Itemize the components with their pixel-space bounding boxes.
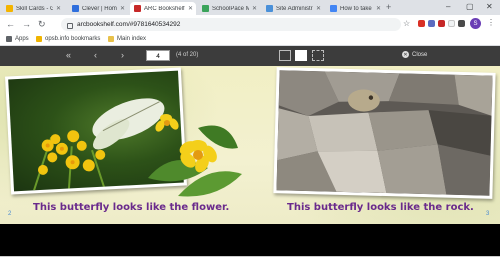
- first-page-icon[interactable]: «: [66, 50, 71, 61]
- reader-toolbar: « ‹ › 4 (4 of 20) ✕ Close: [0, 46, 500, 66]
- folder-icon: [108, 36, 114, 42]
- extension-icon[interactable]: [418, 20, 425, 27]
- page-count-label: (4 of 20): [176, 52, 199, 58]
- tab-title: Clever | Homep: [82, 5, 117, 12]
- butterfly-rock-photo: [273, 67, 496, 199]
- fullscreen-icon[interactable]: [312, 50, 324, 61]
- tab-favicon-icon: [134, 5, 141, 12]
- close-reader-button[interactable]: ✕ Close: [402, 51, 427, 58]
- double-page-view-button[interactable]: [295, 50, 307, 61]
- rocks-illustration: [276, 70, 493, 196]
- single-page-view-button[interactable]: [279, 50, 291, 61]
- close-window-button[interactable]: ✕: [486, 2, 493, 12]
- tab-title: Site Administr: [276, 5, 313, 12]
- profile-avatar[interactable]: S: [470, 18, 481, 29]
- bookmark-opsb[interactable]: opsb.info bookmarks: [36, 36, 100, 42]
- tab-schoolpace[interactable]: SchoolPace M ✕: [198, 2, 260, 15]
- browser-tab-strip: Skill Cards - Gr ✕ Clever | Homep ✕ ARC …: [0, 0, 500, 15]
- close-tab-icon[interactable]: ✕: [252, 5, 257, 12]
- next-page-icon[interactable]: ›: [121, 50, 124, 61]
- minimize-button[interactable]: –: [446, 2, 450, 12]
- reader-bottom-area: [0, 224, 500, 256]
- address-bar[interactable]: arcbookshelf.com/#9781640534292: [61, 18, 401, 31]
- forward-arrow-icon[interactable]: →: [22, 19, 31, 29]
- extension-icon[interactable]: [428, 20, 435, 27]
- apps-grid-icon: [6, 36, 12, 42]
- maximize-button[interactable]: ▢: [466, 2, 474, 12]
- left-page-number: 2: [8, 211, 12, 217]
- page-number-input[interactable]: 4: [146, 50, 170, 61]
- tab-clever[interactable]: Clever | Homep ✕: [68, 2, 128, 15]
- close-tab-icon[interactable]: ✕: [120, 5, 125, 12]
- extension-icon[interactable]: [448, 20, 455, 27]
- tab-skill-cards[interactable]: Skill Cards - Gr ✕: [2, 2, 64, 15]
- close-icon: ✕: [402, 51, 409, 58]
- new-tab-button[interactable]: +: [386, 2, 391, 13]
- bookmark-label: Main index: [117, 36, 147, 42]
- flower-leaves-illustration: [148, 114, 242, 197]
- extension-puzzle-icon[interactable]: [458, 20, 465, 27]
- tab-how-to-take[interactable]: How to take a ✕: [326, 2, 384, 15]
- folder-icon: [36, 36, 42, 42]
- book-spread: This butterfly looks like the flower. Th…: [0, 66, 500, 224]
- close-tab-icon[interactable]: ✕: [316, 5, 321, 12]
- tab-favicon-icon: [330, 5, 337, 12]
- extension-icon[interactable]: [438, 20, 445, 27]
- tab-title: How to take a: [340, 5, 373, 12]
- browser-menu-icon[interactable]: ⋮: [487, 18, 495, 27]
- bookmark-main-index[interactable]: Main index: [108, 36, 146, 42]
- lock-icon: [67, 22, 73, 29]
- tab-favicon-icon: [72, 5, 79, 12]
- right-page-number: 3: [486, 211, 490, 217]
- bookmarks-bar: Apps opsb.info bookmarks Main index: [0, 34, 500, 46]
- tab-site-administrator[interactable]: Site Administr ✕: [262, 2, 324, 15]
- bookmark-label: opsb.info bookmarks: [45, 36, 101, 42]
- tab-title: ARC Bookshelf: [144, 5, 185, 12]
- close-label: Close: [412, 51, 428, 58]
- right-caption: This butterfly looks like the rock.: [287, 202, 474, 213]
- close-tab-icon[interactable]: ✕: [188, 5, 193, 12]
- tab-favicon-icon: [202, 5, 209, 12]
- address-url: arcbookshelf.com/#9781640534292: [77, 21, 181, 28]
- left-caption: This butterfly looks like the flower.: [33, 202, 230, 213]
- browser-toolbar: ← → ↻ arcbookshelf.com/#9781640534292 ☆ …: [0, 15, 500, 34]
- tab-favicon-icon: [266, 5, 273, 12]
- previous-page-icon[interactable]: ‹: [94, 50, 97, 61]
- tab-title: SchoolPace M: [212, 5, 249, 12]
- tab-title: Skill Cards - Gr: [16, 5, 53, 12]
- bookmark-label: Apps: [15, 36, 29, 42]
- tab-favicon-icon: [6, 5, 13, 12]
- bookmark-apps[interactable]: Apps: [6, 36, 29, 42]
- tab-arc-bookshelf[interactable]: ARC Bookshelf ✕: [130, 2, 196, 15]
- back-arrow-icon[interactable]: ←: [6, 19, 15, 29]
- close-tab-icon[interactable]: ✕: [56, 5, 61, 12]
- close-tab-icon[interactable]: ✕: [376, 5, 381, 12]
- reload-icon[interactable]: ↻: [38, 19, 46, 29]
- bookmark-star-icon[interactable]: ☆: [403, 19, 410, 28]
